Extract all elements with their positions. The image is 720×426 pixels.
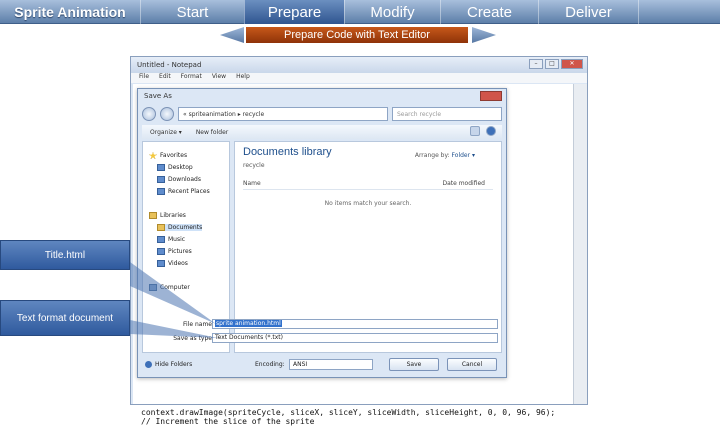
file-name-row: File name: sprite animation.html — [138, 319, 506, 330]
menu-view[interactable]: View — [212, 73, 226, 83]
library-icon — [149, 212, 157, 219]
nav-step-deliver[interactable]: Deliver — [538, 0, 638, 24]
save-type-label: Save as type: — [173, 335, 214, 342]
dialog-close-icon[interactable] — [480, 91, 502, 101]
star-icon — [149, 152, 157, 159]
notepad-title-bar: Untitled - Notepad – □ ✕ — [131, 57, 587, 73]
nav-step-blank — [638, 0, 720, 24]
menu-help[interactable]: Help — [236, 73, 250, 83]
dialog-title: Save As — [144, 92, 172, 100]
nav-item-label: Recent Places — [168, 188, 210, 195]
library-title: Documents library — [243, 146, 332, 158]
nav-favorites[interactable]: Favorites — [149, 152, 187, 159]
folder-icon — [157, 224, 165, 231]
nav-computer[interactable]: Computer — [149, 284, 190, 291]
window-controls: – □ ✕ — [529, 59, 583, 69]
notepad-title: Untitled - Notepad — [137, 61, 202, 69]
view-options-icon[interactable] — [470, 126, 480, 136]
file-name-label: File name: — [183, 321, 214, 328]
column-date-modified[interactable]: Date modified — [442, 180, 485, 187]
hide-folders-button[interactable]: Hide Folders — [145, 361, 192, 368]
notepad-menu-bar: File Edit Format View Help — [131, 73, 587, 83]
nav-item-label: Computer — [160, 284, 190, 291]
nav-step-prepare[interactable]: Prepare — [244, 0, 344, 24]
computer-icon — [149, 284, 157, 291]
nav-step-start[interactable]: Start — [140, 0, 244, 24]
save-type-row: Save as type: Text Documents (*.txt) — [138, 333, 506, 344]
search-input[interactable]: Search recycle — [392, 107, 502, 121]
arrange-by[interactable]: Arrange by: Folder ▾ — [415, 152, 475, 159]
nav-item-label: Pictures — [168, 248, 192, 255]
file-name-input[interactable]: sprite animation.html — [212, 319, 498, 329]
nav-item-label: Music — [168, 236, 186, 243]
folder-icon — [157, 176, 165, 183]
nav-videos[interactable]: Videos — [157, 260, 188, 267]
nav-step-modify[interactable]: Modify — [344, 0, 440, 24]
nav-libraries[interactable]: Libraries — [149, 212, 186, 219]
callout-title-html: Title.html — [0, 240, 130, 270]
library-subtitle: recycle — [243, 162, 265, 169]
sub-navigation: Prepare Code with Text Editor — [220, 26, 496, 44]
dialog-footer: Hide Folders Encoding: ANSI Save Cancel — [137, 356, 507, 374]
folder-icon — [157, 188, 165, 195]
next-arrow-icon[interactable] — [472, 27, 496, 43]
sub-step-title: Prepare Code with Text Editor — [246, 27, 468, 43]
nav-music[interactable]: Music — [157, 236, 185, 243]
address-bar[interactable]: « spriteanimation ▸ recycle — [178, 107, 388, 121]
code-line: context.drawImage(spriteCycle, sliceX, s… — [141, 408, 556, 417]
column-name[interactable]: Name — [243, 180, 261, 187]
save-as-dialog: Save As « spriteanimation ▸ recycle Sear… — [137, 88, 507, 378]
arrange-label: Arrange by: — [414, 152, 450, 159]
help-icon[interactable] — [486, 126, 496, 136]
presentation-title: Sprite Animation — [14, 4, 126, 20]
folder-icon — [157, 248, 165, 255]
menu-file[interactable]: File — [139, 73, 149, 83]
close-icon[interactable]: ✕ — [561, 59, 583, 69]
file-name-value: sprite animation.html — [215, 320, 282, 327]
back-icon[interactable] — [142, 107, 156, 121]
empty-message: No items match your search. — [324, 200, 412, 207]
save-button[interactable]: Save — [389, 358, 439, 371]
menu-format[interactable]: Format — [181, 73, 202, 83]
save-type-select[interactable]: Text Documents (*.txt) — [212, 333, 498, 343]
dialog-toolbar: Organize ▾ New folder — [142, 125, 502, 139]
arrange-value[interactable]: Folder ▾ — [452, 152, 475, 159]
previous-arrow-icon[interactable] — [220, 27, 244, 43]
nav-item-label: Libraries — [160, 212, 186, 219]
nav-item-label: Documents — [168, 224, 203, 231]
folder-icon — [157, 164, 165, 171]
nav-item-label: Favorites — [160, 152, 188, 159]
nav-step-create[interactable]: Create — [440, 0, 538, 24]
chevron-up-icon — [145, 361, 152, 368]
hide-folders-label: Hide Folders — [155, 361, 193, 368]
folder-icon — [157, 236, 165, 243]
code-line: // Increment the slice of the sprite — [141, 417, 315, 426]
encoding-label: Encoding: — [255, 361, 285, 368]
nav-downloads[interactable]: Downloads — [157, 176, 201, 183]
nav-item-label: Desktop — [168, 164, 193, 171]
top-navigation-bar: Sprite Animation Start Prepare Modify Cr… — [0, 0, 720, 24]
new-folder-button[interactable]: New folder — [196, 129, 228, 136]
menu-edit[interactable]: Edit — [159, 73, 171, 83]
nav-item-label: Downloads — [168, 176, 201, 183]
nav-item-label: Videos — [168, 260, 188, 267]
nav-recent-places[interactable]: Recent Places — [157, 188, 210, 195]
cancel-button[interactable]: Cancel — [447, 358, 497, 371]
nav-documents[interactable]: Documents — [157, 224, 203, 231]
address-row: « spriteanimation ▸ recycle Search recyc… — [142, 105, 502, 123]
callout-text-format: Text format document — [0, 300, 130, 336]
maximize-icon[interactable]: □ — [545, 59, 559, 69]
nav-pictures[interactable]: Pictures — [157, 248, 192, 255]
encoding-select[interactable]: ANSI — [289, 359, 373, 370]
nav-desktop[interactable]: Desktop — [157, 164, 193, 171]
forward-icon[interactable] — [160, 107, 174, 121]
notepad-scrollbar[interactable] — [573, 84, 587, 404]
folder-icon — [157, 260, 165, 267]
organize-button[interactable]: Organize ▾ — [150, 129, 182, 136]
column-headers: Name Date modified — [243, 180, 493, 190]
minimize-icon[interactable]: – — [529, 59, 543, 69]
